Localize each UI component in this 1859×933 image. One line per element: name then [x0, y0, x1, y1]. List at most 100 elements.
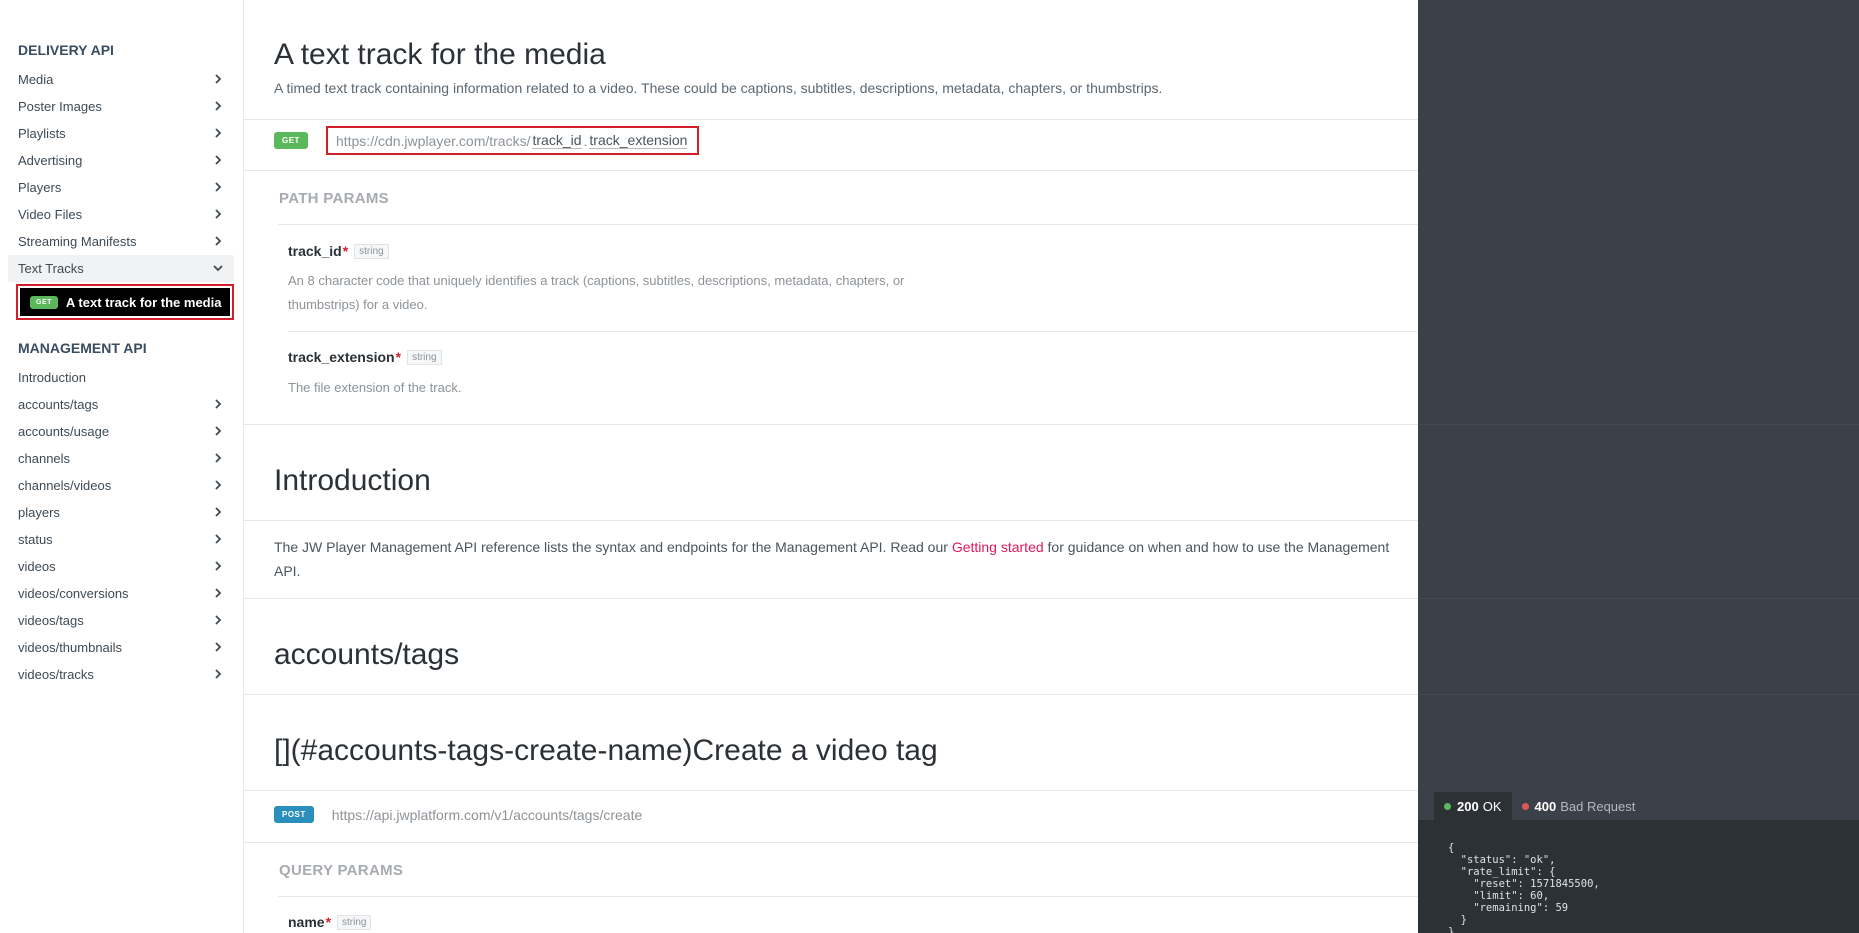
- param-description: The file extension of the track.: [288, 380, 462, 395]
- sidebar-item-label: accounts/usage: [18, 424, 110, 439]
- get-method-badge: GET: [274, 132, 308, 149]
- param-track-extension: track_extension * string: [288, 349, 442, 365]
- divider: [244, 119, 1418, 120]
- sidebar-item-poster-images[interactable]: Poster Images: [8, 93, 234, 120]
- sidebar-item-label: videos/thumbnails: [18, 640, 123, 655]
- sidebar-item-label: A text track for the media: [65, 294, 222, 310]
- get-method-badge: GET: [30, 295, 58, 309]
- sidebar-item-media[interactable]: Media: [8, 66, 234, 93]
- sidebar-item-label: Introduction: [18, 370, 86, 385]
- divider: [244, 790, 1418, 791]
- sidebar-item-advertising[interactable]: Advertising: [8, 147, 234, 174]
- chevron-right-icon: [215, 561, 222, 571]
- param-description: An 8 character code that uniquely identi…: [288, 273, 905, 312]
- chevron-right-icon: [215, 669, 222, 679]
- status-code: 200: [1457, 798, 1479, 814]
- sidebar-item-label: channels/videos: [18, 478, 112, 493]
- chevron-down-icon: [213, 265, 223, 272]
- sidebar-item-videos-thumbnails[interactable]: videos/thumbnails: [8, 634, 234, 661]
- sidebar-item-label: Poster Images: [18, 99, 102, 114]
- status-dot-icon: [1521, 802, 1529, 810]
- divider: [278, 224, 1418, 225]
- intro-text-before: The JW Player Management API reference l…: [274, 539, 952, 555]
- chevron-right-icon: [215, 209, 222, 219]
- param-name: name: [288, 914, 325, 930]
- page-title: A text track for the media: [274, 38, 606, 71]
- sidebar-item-label: videos/tracks: [18, 667, 94, 682]
- sidebar-item-label: Streaming Manifests: [18, 234, 137, 249]
- divider: [244, 424, 1418, 425]
- divider: [288, 331, 1418, 332]
- sidebar-item-video-files[interactable]: Video Files: [8, 201, 234, 228]
- chevron-right-icon: [215, 101, 222, 111]
- endpoint-url[interactable]: https://api.jwplatform.com/v1/accounts/t…: [332, 807, 642, 823]
- sidebar-item-playlists[interactable]: Playlists: [8, 120, 234, 147]
- param-track-id: track_id * string: [288, 243, 389, 259]
- post-method-badge: POST: [274, 806, 314, 823]
- tab-400-bad-request[interactable]: 400 Bad Request: [1512, 792, 1646, 820]
- main-content: A text track for the media A timed text …: [244, 0, 1418, 933]
- management-api-heading: MANAGEMENT API: [18, 340, 147, 356]
- divider: [244, 520, 1418, 521]
- sidebar-item-videos[interactable]: videos: [8, 553, 234, 580]
- sidebar-item-text-tracks[interactable]: Text Tracks: [8, 255, 234, 282]
- introduction-heading: Introduction: [274, 464, 431, 497]
- required-marker: *: [325, 914, 332, 930]
- sidebar-item-label: channels: [18, 451, 71, 466]
- url-param-track-id[interactable]: track_id: [532, 132, 582, 149]
- getting-started-link[interactable]: Getting started: [952, 539, 1044, 555]
- sidebar-item-label: players: [18, 505, 60, 520]
- sidebar-item-players[interactable]: Players: [8, 174, 234, 201]
- sidebar-item-text-track-media[interactable]: GET A text track for the media: [16, 284, 234, 320]
- required-marker: *: [342, 243, 349, 259]
- sidebar-item-label: Players: [18, 180, 62, 195]
- chevron-right-icon: [215, 74, 222, 84]
- tab-200-ok[interactable]: 200 OK: [1434, 792, 1512, 820]
- status-code: 400: [1534, 798, 1557, 814]
- chevron-right-icon: [215, 399, 222, 409]
- accounts-tags-heading: accounts/tags: [274, 638, 460, 671]
- type-tag: string: [407, 349, 442, 365]
- sidebar: DELIVERY API Media Poster Images Playlis…: [0, 0, 244, 933]
- divider: [1418, 598, 1859, 599]
- response-tabs: 200 OK 400 Bad Request: [1434, 792, 1645, 820]
- chevron-right-icon: [215, 155, 222, 165]
- sidebar-item-label: Media: [18, 72, 54, 87]
- sidebar-item-channels[interactable]: channels: [8, 445, 234, 472]
- status-dot-icon: [1444, 802, 1451, 810]
- sidebar-item-introduction[interactable]: Introduction: [8, 364, 234, 391]
- sidebar-item-label: Video Files: [18, 207, 83, 222]
- divider: [278, 896, 1418, 897]
- sidebar-item-players[interactable]: players: [8, 499, 234, 526]
- chevron-right-icon: [215, 182, 222, 192]
- endpoint-url[interactable]: https://cdn.jwplayer.com/tracks/ track_i…: [325, 126, 700, 155]
- chevron-right-icon: [215, 507, 222, 517]
- required-marker: *: [395, 349, 402, 365]
- chevron-right-icon: [215, 426, 222, 436]
- divider: [244, 694, 1418, 695]
- sidebar-item-streaming-manifests[interactable]: Streaming Manifests: [8, 228, 234, 255]
- code-panel: 200 OK 400 Bad Request { "status": "ok",…: [1418, 0, 1859, 933]
- response-code-block: { "status": "ok", "rate_limit": { "reset…: [1448, 842, 1600, 933]
- sidebar-item-accounts-usage[interactable]: accounts/usage: [8, 418, 234, 445]
- divider: [244, 170, 1418, 171]
- status-label: OK: [1482, 798, 1502, 814]
- sidebar-item-label: status: [18, 532, 53, 547]
- divider: [244, 842, 1418, 843]
- chevron-right-icon: [215, 642, 222, 652]
- sidebar-item-channels-videos[interactable]: channels/videos: [8, 472, 234, 499]
- chevron-right-icon: [215, 236, 222, 246]
- sidebar-item-accounts-tags[interactable]: accounts/tags: [8, 391, 234, 418]
- type-tag: string: [337, 914, 372, 930]
- sidebar-item-videos-conversions[interactable]: videos/conversions: [8, 580, 234, 607]
- chevron-right-icon: [215, 534, 222, 544]
- endpoint-row: GET https://cdn.jwplayer.com/tracks/ tra…: [274, 126, 700, 155]
- sidebar-item-status[interactable]: status: [8, 526, 234, 553]
- sidebar-item-videos-tracks[interactable]: videos/tracks: [8, 661, 234, 688]
- section-description: A timed text track containing informatio…: [274, 80, 1163, 96]
- query-params-heading: QUERY PARAMS: [279, 862, 404, 879]
- divider: [1418, 424, 1859, 425]
- create-tag-heading: [](#accounts-tags-create-name)Create a v…: [274, 734, 938, 767]
- url-param-track-extension[interactable]: track_extension: [589, 132, 688, 149]
- sidebar-item-videos-tags[interactable]: videos/tags: [8, 607, 234, 634]
